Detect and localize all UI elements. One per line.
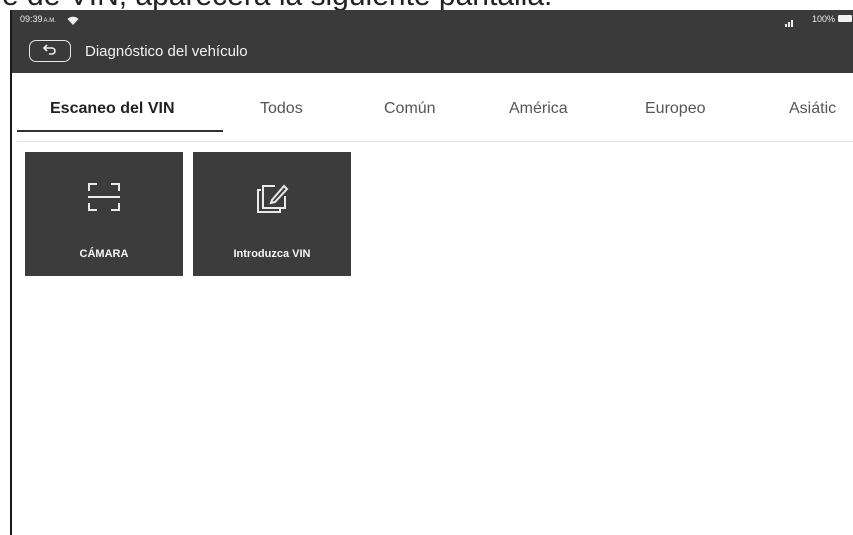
edit-document-icon xyxy=(193,182,351,214)
camera-tile[interactable]: CÁMARA xyxy=(25,152,183,276)
scan-frame-icon xyxy=(25,182,183,212)
enter-vin-tile[interactable]: Introduzca VIN xyxy=(193,152,351,276)
tab-europe[interactable]: Europeo xyxy=(645,100,706,118)
status-time: 09:39A.M. xyxy=(20,14,56,24)
back-arrow-icon xyxy=(42,42,57,60)
tablet-screen: 09:39A.M. 100% Diagnóstico del vehículo … xyxy=(10,10,853,535)
tab-asia[interactable]: Asiátic xyxy=(789,100,836,118)
battery-icon xyxy=(838,15,852,22)
app-header: 09:39A.M. 100% Diagnóstico del vehículo xyxy=(12,10,853,73)
back-button[interactable] xyxy=(29,40,71,62)
tab-common[interactable]: Común xyxy=(384,100,436,118)
tab-bar: Escaneo del VIN Todos Común América Euro… xyxy=(12,73,853,143)
enter-vin-tile-label: Introduzca VIN xyxy=(233,248,311,260)
tab-america[interactable]: América xyxy=(509,100,568,118)
signal-icon xyxy=(785,14,795,32)
wifi-icon xyxy=(67,13,79,31)
tab-vin-scan[interactable]: Escaneo del VIN xyxy=(50,100,175,118)
battery-level: 100% xyxy=(811,14,835,24)
camera-tile-label: CÁMARA xyxy=(79,248,129,260)
tab-divider xyxy=(17,141,853,142)
tab-all[interactable]: Todos xyxy=(260,100,303,118)
page-title: Diagnóstico del vehículo xyxy=(85,43,248,60)
active-tab-indicator xyxy=(17,130,223,132)
